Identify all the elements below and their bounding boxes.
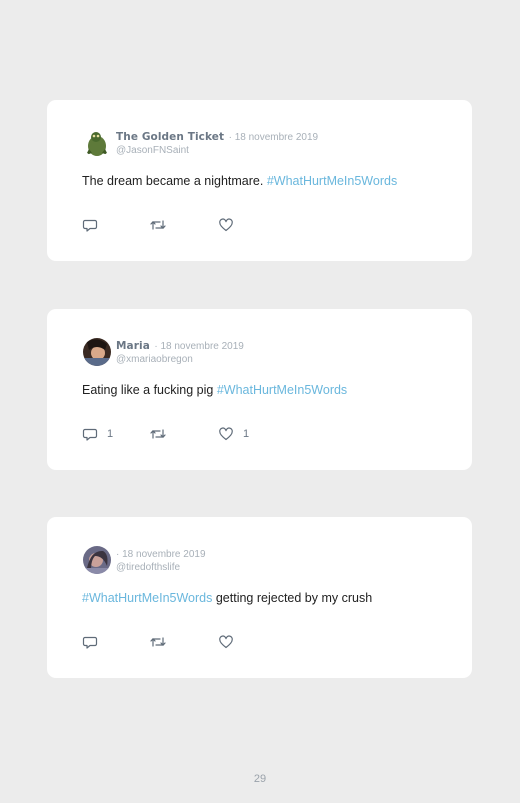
tweet-date: · 18 novembre 2019 xyxy=(116,549,206,560)
reply-icon xyxy=(82,634,98,650)
like-count: 1 xyxy=(243,428,250,440)
avatar[interactable] xyxy=(83,546,111,574)
tweet-actions xyxy=(82,634,282,650)
tweet-actions xyxy=(82,217,282,233)
tweet-text: The dream became a nightmare. #WhatHurtM… xyxy=(82,174,397,188)
like-button[interactable]: 1 xyxy=(218,426,249,442)
reply-button[interactable] xyxy=(82,217,107,233)
tweet-body-trailing: getting rejected by my crush xyxy=(212,591,373,605)
retweet-icon xyxy=(149,426,167,442)
tweet-card: · 18 novembre 2019 @tiredofthslife #What… xyxy=(47,517,472,678)
tweet-text: #WhatHurtMeIn5Words getting rejected by … xyxy=(82,591,372,605)
reply-icon xyxy=(82,426,98,442)
tweet-date: · 18 novembre 2019 xyxy=(228,132,319,143)
like-button[interactable] xyxy=(218,217,243,233)
tweet-card: The Golden Ticket · 18 novembre 2019 @Ja… xyxy=(47,100,472,261)
user-handle[interactable]: @tiredofthslife xyxy=(116,561,206,574)
like-icon xyxy=(218,634,234,650)
reply-button[interactable] xyxy=(82,634,107,650)
tweet-header: Maria · 18 novembre 2019 @xmariaobregon xyxy=(116,338,244,366)
tweet-card: Maria · 18 novembre 2019 @xmariaobregon … xyxy=(47,309,472,470)
retweet-button[interactable] xyxy=(149,217,167,233)
reply-count: 1 xyxy=(107,428,114,440)
avatar[interactable] xyxy=(83,129,111,157)
reply-button[interactable]: 1 xyxy=(82,426,113,442)
retweet-icon xyxy=(149,217,167,233)
display-name[interactable]: The Golden Ticket xyxy=(116,131,224,143)
tweet-body: The dream became a nightmare. xyxy=(82,174,267,188)
like-button[interactable] xyxy=(218,634,243,650)
retweet-icon xyxy=(149,634,167,650)
tweet-date: · 18 novembre 2019 xyxy=(154,341,244,352)
tweet-body: Eating like a fucking pig xyxy=(82,383,217,397)
tweet-actions: 1 1 xyxy=(82,426,282,442)
retweet-button[interactable] xyxy=(149,426,167,442)
tweet-header: The Golden Ticket · 18 novembre 2019 @Ja… xyxy=(116,129,318,157)
user-handle[interactable]: @xmariaobregon xyxy=(116,353,244,366)
display-name[interactable]: Maria xyxy=(116,340,150,352)
hashtag-link[interactable]: #WhatHurtMeIn5Words xyxy=(82,591,212,605)
avatar[interactable] xyxy=(83,338,111,366)
page-number: 29 xyxy=(253,773,267,785)
hashtag-link[interactable]: #WhatHurtMeIn5Words xyxy=(217,383,347,397)
reply-icon xyxy=(82,217,98,233)
user-handle[interactable]: @JasonFNSaint xyxy=(116,144,318,157)
like-icon xyxy=(218,426,234,442)
hashtag-link[interactable]: #WhatHurtMeIn5Words xyxy=(267,174,397,188)
like-icon xyxy=(218,217,234,233)
retweet-button[interactable] xyxy=(149,634,167,650)
tweet-header: · 18 novembre 2019 @tiredofthslife xyxy=(116,546,206,574)
tweet-text: Eating like a fucking pig #WhatHurtMeIn5… xyxy=(82,383,347,397)
